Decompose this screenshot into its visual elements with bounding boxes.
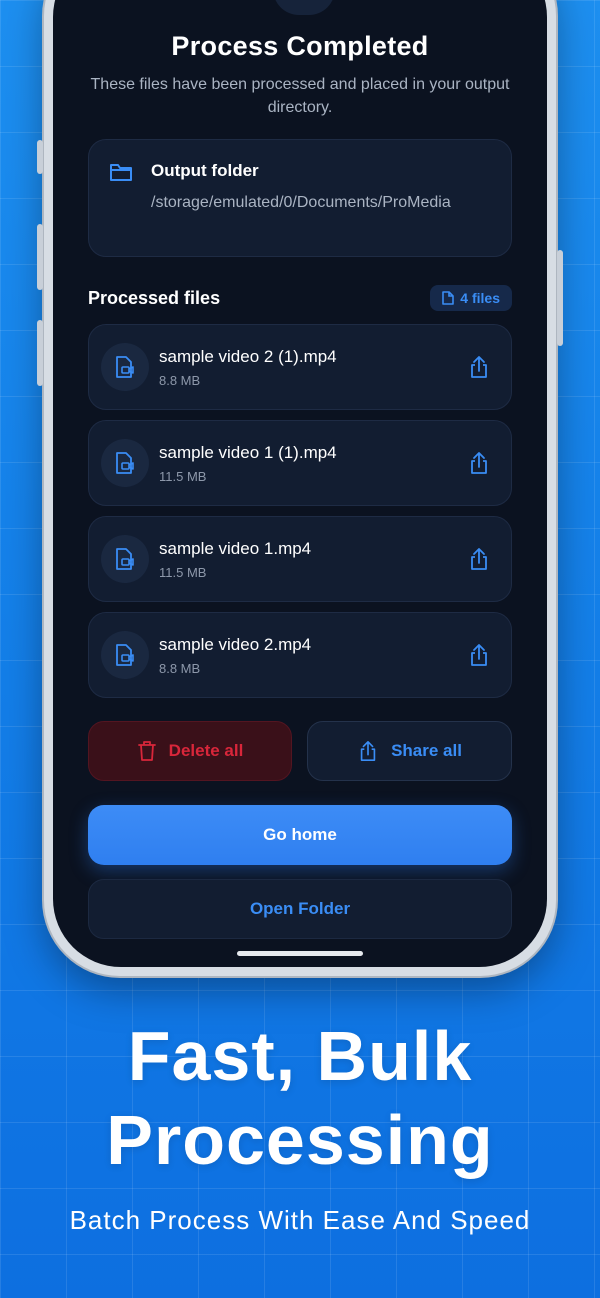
folder-icon — [110, 164, 132, 181]
status-icon — [273, 0, 335, 15]
output-folder-card: Output folder /storage/emulated/0/Docume… — [88, 139, 512, 257]
phone-side-button — [37, 320, 43, 386]
file-row[interactable]: sample video 1.mp4 11.5 MB — [88, 516, 512, 602]
promo-headline-line2: Processing — [106, 1101, 494, 1179]
app-screen: Process Completed These files have been … — [53, 0, 547, 967]
promo-tagline: Batch Process With Ease And Speed — [69, 1205, 531, 1235]
file-row[interactable]: sample video 2.mp4 8.8 MB — [88, 612, 512, 698]
delete-all-button[interactable]: Delete all — [88, 721, 292, 781]
share-icon[interactable] — [467, 547, 491, 571]
page-subtitle: These files have been processed and plac… — [90, 76, 510, 116]
output-folder-path: /storage/emulated/0/Documents/ProMedia — [151, 194, 451, 211]
files-count-label: 4 files — [460, 290, 500, 306]
phone-frame: Process Completed These files have been … — [37, 0, 563, 976]
phone-power-button — [557, 250, 563, 346]
share-icon — [360, 741, 376, 761]
file-size: 11.5 MB — [159, 565, 207, 580]
video-file-icon — [101, 343, 149, 391]
file-size: 8.8 MB — [159, 661, 201, 676]
phone-side-button — [37, 140, 43, 174]
output-folder-label: Output folder — [151, 161, 259, 180]
files-count-badge: 4 files — [430, 285, 512, 311]
phone-side-button — [37, 224, 43, 290]
file-name: sample video 1 (1).mp4 — [159, 443, 337, 462]
video-file-icon — [101, 535, 149, 583]
open-folder-button[interactable]: Open Folder — [88, 879, 512, 939]
file-size: 8.8 MB — [159, 373, 201, 388]
share-icon[interactable] — [467, 643, 491, 667]
processed-files-label: Processed files — [88, 288, 221, 308]
go-home-button[interactable]: Go home — [88, 805, 512, 865]
file-row[interactable]: sample video 1 (1).mp4 11.5 MB — [88, 420, 512, 506]
video-file-icon — [101, 439, 149, 487]
file-name: sample video 1.mp4 — [159, 539, 312, 558]
share-all-label: Share all — [391, 741, 462, 760]
trash-icon — [137, 741, 156, 761]
delete-all-label: Delete all — [168, 741, 244, 760]
video-file-icon — [101, 631, 149, 679]
share-icon[interactable] — [467, 451, 491, 475]
page-title: Process Completed — [171, 31, 429, 61]
promo-headline-line1: Fast, Bulk — [127, 1017, 473, 1095]
document-icon — [442, 291, 455, 305]
file-size: 11.5 MB — [159, 469, 207, 484]
file-name: sample video 2 (1).mp4 — [159, 347, 337, 366]
file-name: sample video 2.mp4 — [159, 635, 312, 654]
share-icon[interactable] — [467, 355, 491, 379]
promo-headline: Fast, Bulk Processing — [0, 1014, 600, 1182]
share-all-button[interactable]: Share all — [307, 721, 512, 781]
file-row[interactable]: sample video 2 (1).mp4 8.8 MB — [88, 324, 512, 410]
home-indicator[interactable] — [237, 951, 363, 956]
